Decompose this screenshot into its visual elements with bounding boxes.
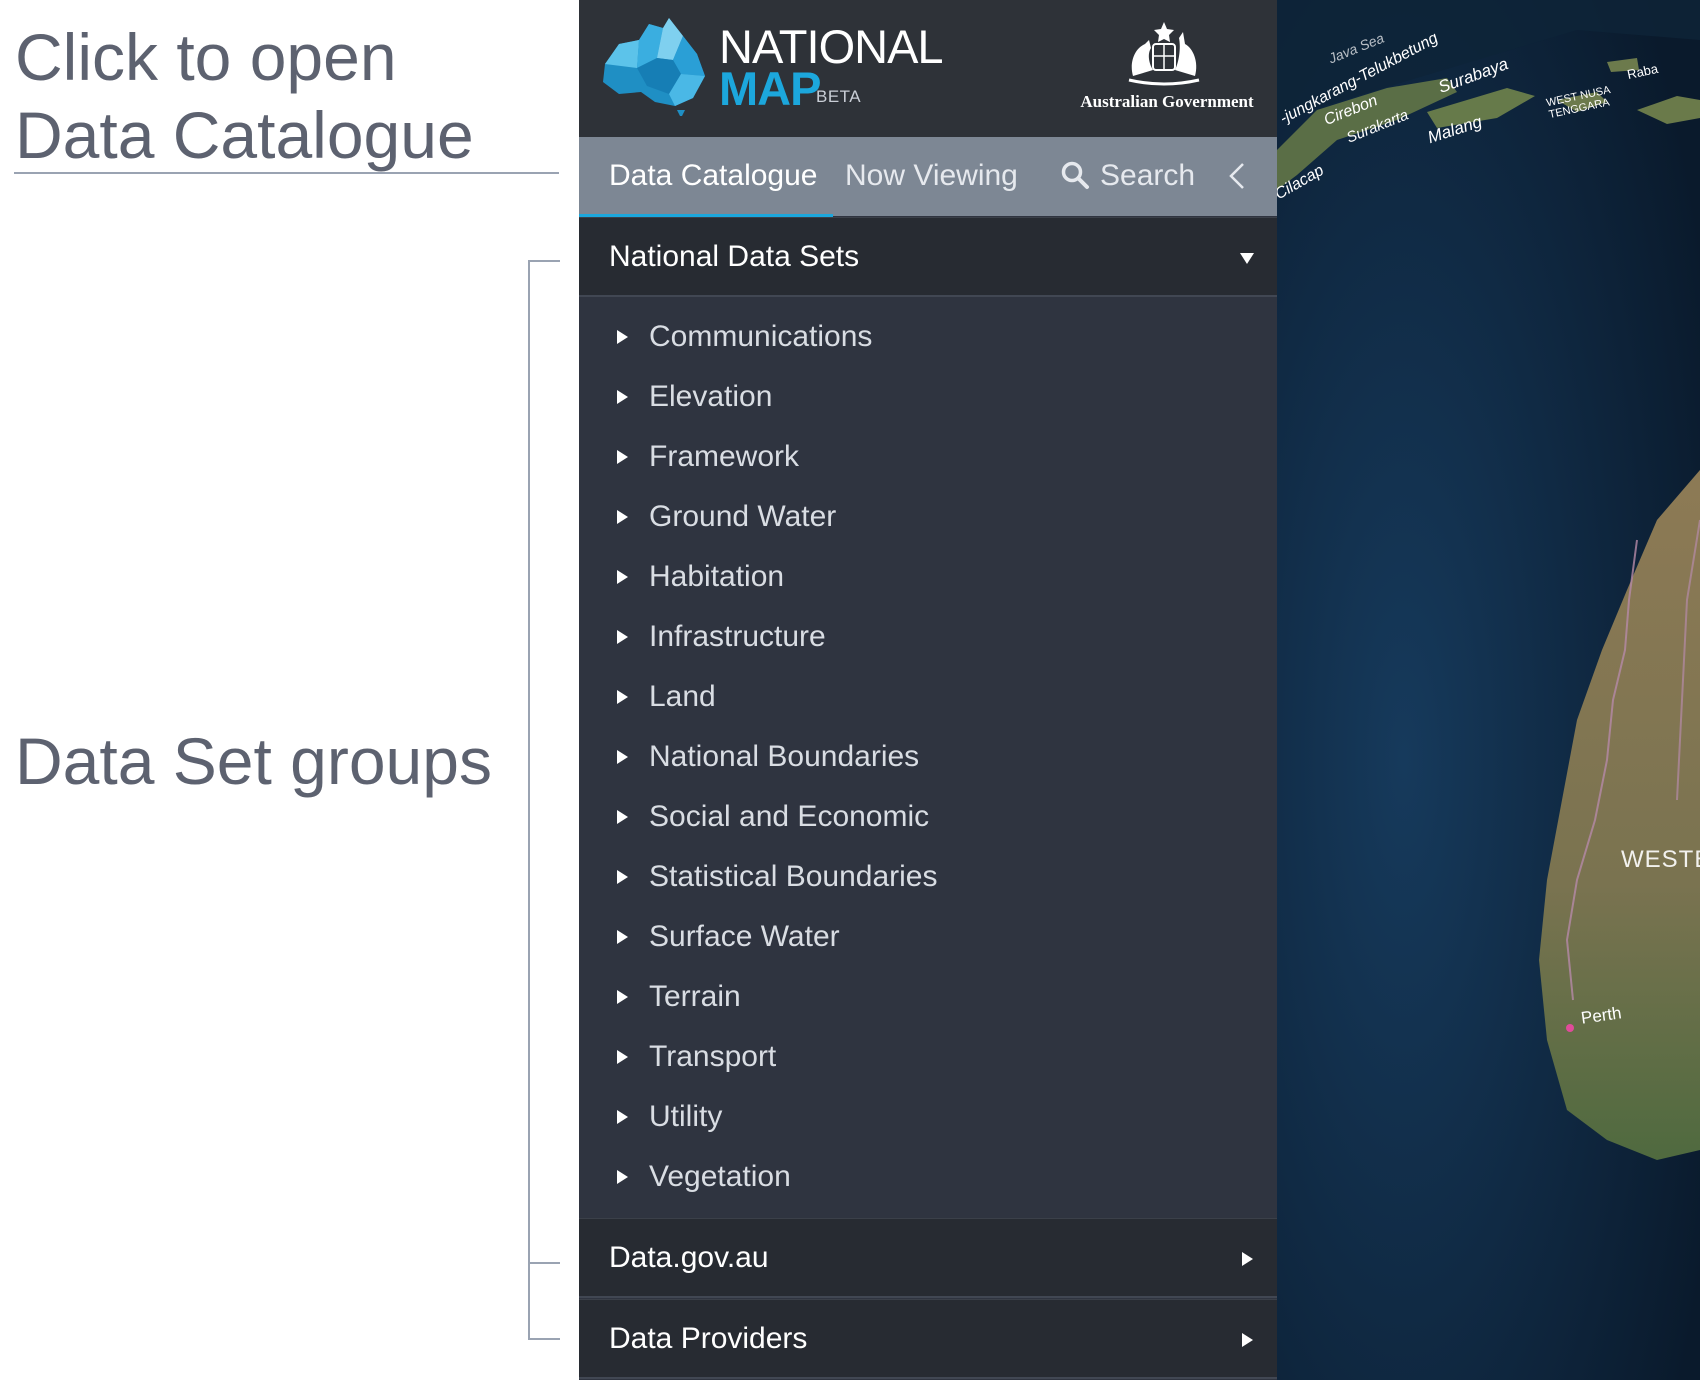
caret-right-icon — [617, 1050, 628, 1064]
dataset-label: Framework — [649, 440, 800, 473]
dataset-label: Social and Economic — [649, 800, 930, 833]
annotation-bracket-tick — [528, 1338, 560, 1340]
dataset-list: Communications Elevation Framework Groun… — [579, 298, 1277, 1218]
app-header: NATIONAL MAP BETA Australian Government — [579, 0, 1277, 137]
dataset-item-land[interactable]: Land — [579, 667, 1277, 727]
caret-right-icon — [617, 510, 628, 524]
dataset-item-infrastructure[interactable]: Infrastructure — [579, 607, 1277, 667]
annotation-bracket-tick — [528, 260, 560, 262]
caret-right-icon — [617, 990, 628, 1004]
logo-map-text: MAP — [719, 62, 821, 115]
annotation-title: Click to open Data Catalogue — [15, 18, 555, 174]
caret-right-icon — [617, 630, 628, 644]
dataset-item-utility[interactable]: Utility — [579, 1087, 1277, 1147]
dataset-label: Land — [649, 680, 716, 713]
group-title: National Data Sets — [609, 240, 860, 273]
caret-right-icon — [617, 1110, 628, 1124]
dataset-label: Elevation — [649, 380, 773, 413]
dataset-item-transport[interactable]: Transport — [579, 1027, 1277, 1087]
group-data-gov-au[interactable]: Data.gov.au — [579, 1218, 1277, 1298]
group-title: Data.gov.au — [609, 1241, 769, 1274]
collapse-panel-icon[interactable] — [1225, 160, 1249, 192]
australia-logo-icon — [603, 18, 705, 116]
dataset-item-ground-water[interactable]: Ground Water — [579, 487, 1277, 547]
caret-right-icon — [617, 1170, 628, 1184]
dataset-label: Surface Water — [649, 920, 840, 953]
dataset-label: Vegetation — [649, 1160, 791, 1193]
dataset-label: Utility — [649, 1100, 723, 1133]
annotation-title-line1: Click to open — [15, 20, 397, 94]
dataset-label: Transport — [649, 1040, 777, 1073]
group-title: Data Providers — [609, 1322, 808, 1355]
dataset-item-surface-water[interactable]: Surface Water — [579, 907, 1277, 967]
annotation-bracket-tick — [528, 1262, 560, 1264]
dataset-label: Infrastructure — [649, 620, 826, 653]
dataset-label: Communications — [649, 320, 873, 353]
tab-search[interactable]: Search — [1100, 137, 1195, 216]
dataset-item-communications[interactable]: Communications — [579, 307, 1277, 367]
group-data-providers[interactable]: Data Providers — [579, 1299, 1277, 1379]
caret-right-icon — [617, 570, 628, 584]
dataset-item-national-boundaries[interactable]: National Boundaries — [579, 727, 1277, 787]
dataset-item-elevation[interactable]: Elevation — [579, 367, 1277, 427]
caret-right-icon — [617, 390, 628, 404]
annotation-bracket — [528, 260, 530, 1340]
annotation-underline — [14, 172, 559, 174]
dataset-item-habitation[interactable]: Habitation — [579, 547, 1277, 607]
caret-right-icon — [617, 870, 628, 884]
beta-badge: BETA — [816, 87, 862, 106]
caret-right-icon — [617, 450, 628, 464]
map-view[interactable]: Java Sea -jungkarang-Telukbetung Surabay… — [1277, 0, 1700, 1380]
caret-down-icon — [1240, 253, 1254, 264]
dataset-label: National Boundaries — [649, 740, 920, 773]
dataset-item-terrain[interactable]: Terrain — [579, 967, 1277, 1027]
tab-now-viewing[interactable]: Now Viewing — [845, 137, 1018, 216]
satellite-map — [1277, 0, 1700, 1380]
dataset-item-framework[interactable]: Framework — [579, 427, 1277, 487]
dataset-label: Statistical Boundaries — [649, 860, 938, 893]
dataset-label: Terrain — [649, 980, 741, 1013]
annotation-title-line2: Data Catalogue — [15, 98, 474, 172]
search-icon[interactable] — [1060, 160, 1090, 190]
group-national-data-sets[interactable]: National Data Sets — [579, 217, 1277, 297]
tab-data-catalogue[interactable]: Data Catalogue — [609, 137, 817, 216]
tab-bar: Data Catalogue Now Viewing Search — [579, 137, 1277, 216]
annotation-groups-label: Data Set groups — [15, 724, 492, 798]
dataset-item-social-and-economic[interactable]: Social and Economic — [579, 787, 1277, 847]
government-label: Australian Government — [1080, 92, 1254, 111]
caret-right-icon — [617, 810, 628, 824]
caret-right-icon — [1242, 1333, 1253, 1347]
data-panel: NATIONAL MAP BETA Australian Government … — [579, 0, 1277, 1380]
dataset-label: Habitation — [649, 560, 785, 593]
caret-right-icon — [617, 690, 628, 704]
dataset-item-vegetation[interactable]: Vegetation — [579, 1147, 1277, 1207]
caret-right-icon — [617, 750, 628, 764]
coat-of-arms-icon — [1128, 22, 1200, 86]
dataset-label: Ground Water — [649, 500, 837, 533]
caret-right-icon — [1242, 1252, 1253, 1266]
caret-right-icon — [617, 930, 628, 944]
map-label-western-australia: WESTE — [1621, 846, 1700, 873]
caret-right-icon — [617, 330, 628, 344]
dataset-item-statistical-boundaries[interactable]: Statistical Boundaries — [579, 847, 1277, 907]
